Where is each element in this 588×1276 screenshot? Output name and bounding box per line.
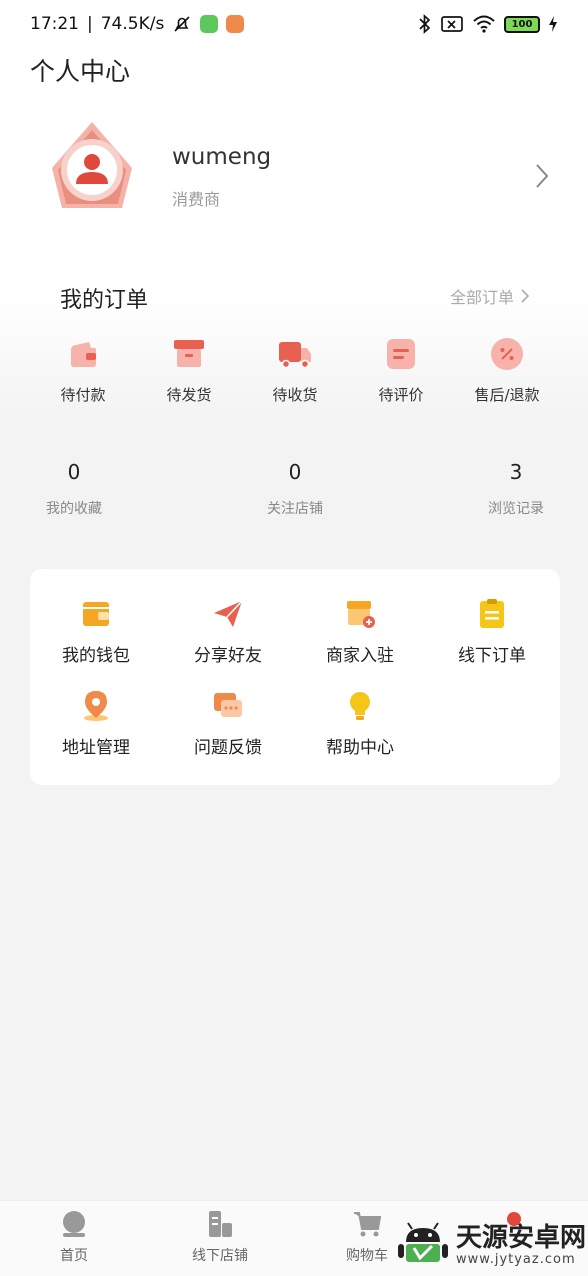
clipboard-icon bbox=[480, 599, 504, 628]
order-pending-payment[interactable]: 待付款 bbox=[30, 336, 136, 405]
stat-value: 0 bbox=[288, 460, 302, 484]
stat-label: 浏览记录 bbox=[488, 501, 544, 517]
tool-share[interactable]: 分享好友 bbox=[162, 597, 294, 666]
stat-value: 0 bbox=[67, 460, 81, 484]
location-pin-icon bbox=[84, 691, 108, 721]
all-orders-label: 全部订单 bbox=[449, 288, 514, 307]
stat-label: 关注店铺 bbox=[267, 501, 323, 517]
chevron-right-icon[interactable] bbox=[532, 162, 552, 190]
site-watermark: 天源安卓网 www.jytyaz.com bbox=[396, 1218, 586, 1272]
tool-feedback[interactable]: 问题反馈 bbox=[162, 689, 294, 758]
order-label: 待收货 bbox=[272, 386, 318, 404]
store-icon bbox=[347, 601, 375, 628]
order-label: 待发货 bbox=[166, 386, 212, 404]
battery-indicator: 100 bbox=[504, 15, 540, 33]
status-right: 100 bbox=[418, 14, 558, 34]
status-bar: 17:21 | 74.5K/s 100 bbox=[0, 0, 588, 48]
tool-label: 线下订单 bbox=[458, 646, 526, 666]
stats-row: 0 我的收藏 0 关注店铺 3 浏览记录 bbox=[0, 460, 588, 540]
watermark-url: www.jytyaz.com bbox=[456, 1251, 576, 1267]
lightbulb-icon bbox=[350, 692, 370, 720]
tool-label: 帮助中心 bbox=[326, 738, 394, 758]
tool-merchant-join[interactable]: 商家入驻 bbox=[294, 597, 426, 666]
avatar[interactable] bbox=[44, 118, 140, 218]
tool-help[interactable]: 帮助中心 bbox=[294, 689, 426, 758]
box-icon bbox=[174, 340, 204, 367]
refund-icon bbox=[491, 338, 523, 370]
wallet-icon bbox=[83, 602, 109, 626]
tool-label: 地址管理 bbox=[62, 738, 130, 758]
order-after-sale[interactable]: 售后/退款 bbox=[454, 336, 560, 405]
tab-label: 首页 bbox=[60, 1248, 88, 1264]
order-pending-shipment[interactable]: 待发货 bbox=[136, 336, 242, 405]
sim-off-icon bbox=[441, 16, 463, 32]
home-icon bbox=[63, 1211, 85, 1237]
mute-bell-icon bbox=[174, 16, 190, 32]
orders-title: 我的订单 bbox=[60, 288, 149, 313]
profile-section[interactable]: wumeng 消费商 bbox=[0, 118, 588, 238]
stat-label: 我的收藏 bbox=[46, 501, 102, 517]
user-role: 消费商 bbox=[172, 190, 221, 209]
cart-icon bbox=[354, 1212, 382, 1237]
username: wumeng bbox=[172, 144, 272, 170]
tool-label: 分享好友 bbox=[194, 646, 262, 666]
stat-followed-stores[interactable]: 0 关注店铺 bbox=[225, 460, 365, 518]
watermark-text: 天源安卓网 www.jytyaz.com bbox=[456, 1224, 586, 1267]
order-pending-receipt[interactable]: 待收货 bbox=[242, 336, 348, 405]
order-pending-review[interactable]: 待评价 bbox=[348, 336, 454, 405]
wifi-icon bbox=[473, 15, 495, 33]
status-divider: | bbox=[87, 14, 93, 34]
tool-label: 我的钱包 bbox=[62, 646, 130, 666]
paper-plane-icon bbox=[214, 600, 243, 627]
android-robot-icon bbox=[398, 1222, 448, 1262]
tool-address[interactable]: 地址管理 bbox=[30, 689, 162, 758]
status-speed: 74.5K/s bbox=[100, 14, 165, 34]
shop-icon bbox=[209, 1211, 232, 1237]
chat-icon bbox=[214, 693, 242, 717]
tool-label: 商家入驻 bbox=[326, 646, 394, 666]
tool-wallet[interactable]: 我的钱包 bbox=[30, 597, 162, 666]
tab-offline-stores[interactable]: 线下店铺 bbox=[170, 1209, 270, 1265]
orders-card: 我的订单 全部订单 待付款 待发货 待收货 待评价 售后/退款 bbox=[30, 258, 560, 434]
tab-home[interactable]: 首页 bbox=[24, 1209, 124, 1265]
order-label: 售后/退款 bbox=[474, 386, 540, 404]
stat-value: 3 bbox=[509, 460, 523, 484]
app-notification-orange-icon bbox=[226, 15, 245, 33]
bluetooth-icon bbox=[419, 14, 431, 34]
status-time: 17:21 bbox=[30, 14, 79, 34]
status-left: 17:21 | 74.5K/s bbox=[30, 14, 245, 34]
chevron-right-icon bbox=[521, 289, 530, 303]
truck-icon bbox=[279, 342, 311, 369]
tools-card: 我的钱包 分享好友 商家入驻 线下订单 地址管理 问题反馈 帮助中心 bbox=[30, 569, 560, 785]
stat-history[interactable]: 3 浏览记录 bbox=[446, 460, 586, 518]
order-label: 待付款 bbox=[60, 386, 106, 404]
tab-label: 线下店铺 bbox=[192, 1248, 248, 1264]
stat-favorites[interactable]: 0 我的收藏 bbox=[4, 460, 144, 518]
tool-offline-orders[interactable]: 线下订单 bbox=[426, 597, 558, 666]
all-orders-link[interactable]: 全部订单 bbox=[450, 284, 530, 308]
tool-label: 问题反馈 bbox=[194, 738, 262, 758]
watermark-title: 天源安卓网 bbox=[456, 1222, 587, 1253]
review-icon bbox=[387, 339, 415, 369]
order-label: 待评价 bbox=[378, 386, 424, 404]
wallet-icon bbox=[71, 342, 96, 367]
page-title: 个人中心 bbox=[30, 57, 131, 86]
app-notification-green-icon bbox=[200, 15, 219, 33]
charging-icon bbox=[549, 16, 557, 32]
